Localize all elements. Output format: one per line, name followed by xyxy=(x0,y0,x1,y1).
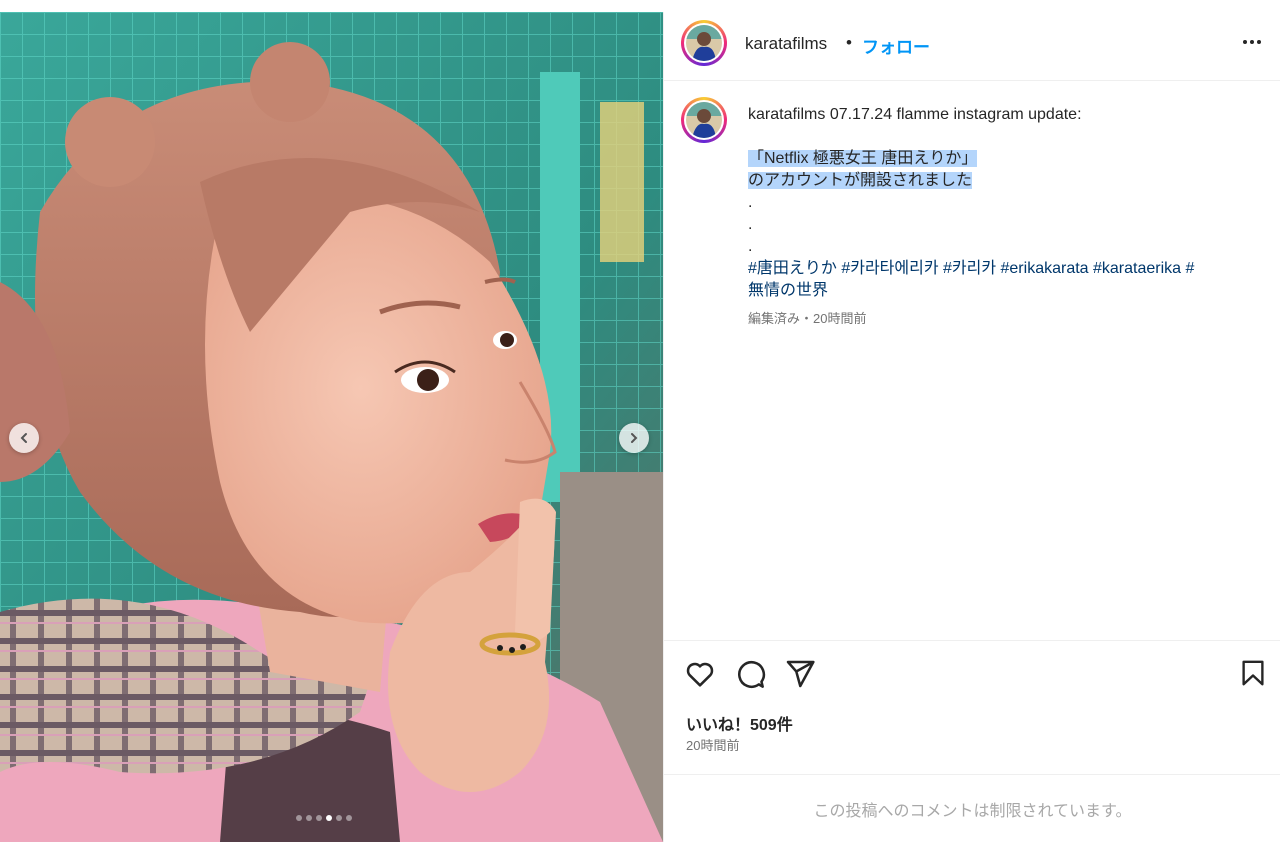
post-photo[interactable] xyxy=(0,12,663,842)
carousel-dot xyxy=(316,815,322,821)
carousel-indicator xyxy=(296,815,352,821)
next-photo-button[interactable] xyxy=(619,423,649,453)
hashtags[interactable]: #唐田えりか #카라타에리카 #카리카 #erikakarata #karata… xyxy=(748,258,1258,280)
post-actions: いいね！509件 20時間前 xyxy=(664,640,1280,774)
bookmark-icon[interactable] xyxy=(1238,658,1268,688)
heart-icon[interactable] xyxy=(684,658,716,690)
hashtags-continued[interactable]: 無情の世界 xyxy=(748,280,1258,302)
carousel-dot xyxy=(296,815,302,821)
caption-intro: 07.17.24 flamme instagram update: xyxy=(829,106,1082,123)
separator-dot: • xyxy=(846,33,852,52)
photo-image xyxy=(0,12,663,842)
caption-avatar[interactable] xyxy=(681,97,727,143)
caption-dot: . xyxy=(748,216,753,233)
chevron-right-icon xyxy=(631,433,638,443)
previous-photo-button[interactable] xyxy=(9,423,39,453)
avatar[interactable] xyxy=(681,20,727,66)
post-time: 20時間前 xyxy=(686,738,740,753)
post-caption: karatafilms 07.17.24 flamme instagram up… xyxy=(748,104,1258,330)
more-options-icon[interactable] xyxy=(1240,30,1264,54)
follow-button[interactable]: フォロー xyxy=(862,33,930,58)
comment-icon[interactable] xyxy=(734,658,766,690)
carousel-dot xyxy=(336,815,342,821)
chevron-left-icon xyxy=(20,433,27,443)
caption-dot: . xyxy=(748,238,753,255)
avatar-image xyxy=(686,25,722,61)
share-icon[interactable] xyxy=(784,658,816,690)
likes-count[interactable]: いいね！509件 xyxy=(686,711,793,735)
comments-restricted-notice: この投稿へのコメントは制限されています。 xyxy=(664,774,1280,843)
avatar-image xyxy=(686,102,722,138)
caption-highlight-line-1: 「Netflix 極悪女王 唐田えりか」 xyxy=(748,150,978,167)
header-username[interactable]: karatafilms xyxy=(745,34,827,54)
caption-highlight-line-2: のアカウントが開設されました xyxy=(748,172,973,189)
post-sidebar: karatafilms • フォロー karatafilms 07.17.24 … xyxy=(663,12,1280,842)
carousel-dot xyxy=(346,815,352,821)
caption-meta: 編集済み・20時間前 xyxy=(748,311,867,326)
caption-dot: . xyxy=(748,194,753,211)
carousel-dot xyxy=(326,815,332,821)
post-header: karatafilms • フォロー xyxy=(664,12,1280,81)
caption-username[interactable]: karatafilms xyxy=(748,106,825,123)
carousel-dot xyxy=(306,815,312,821)
